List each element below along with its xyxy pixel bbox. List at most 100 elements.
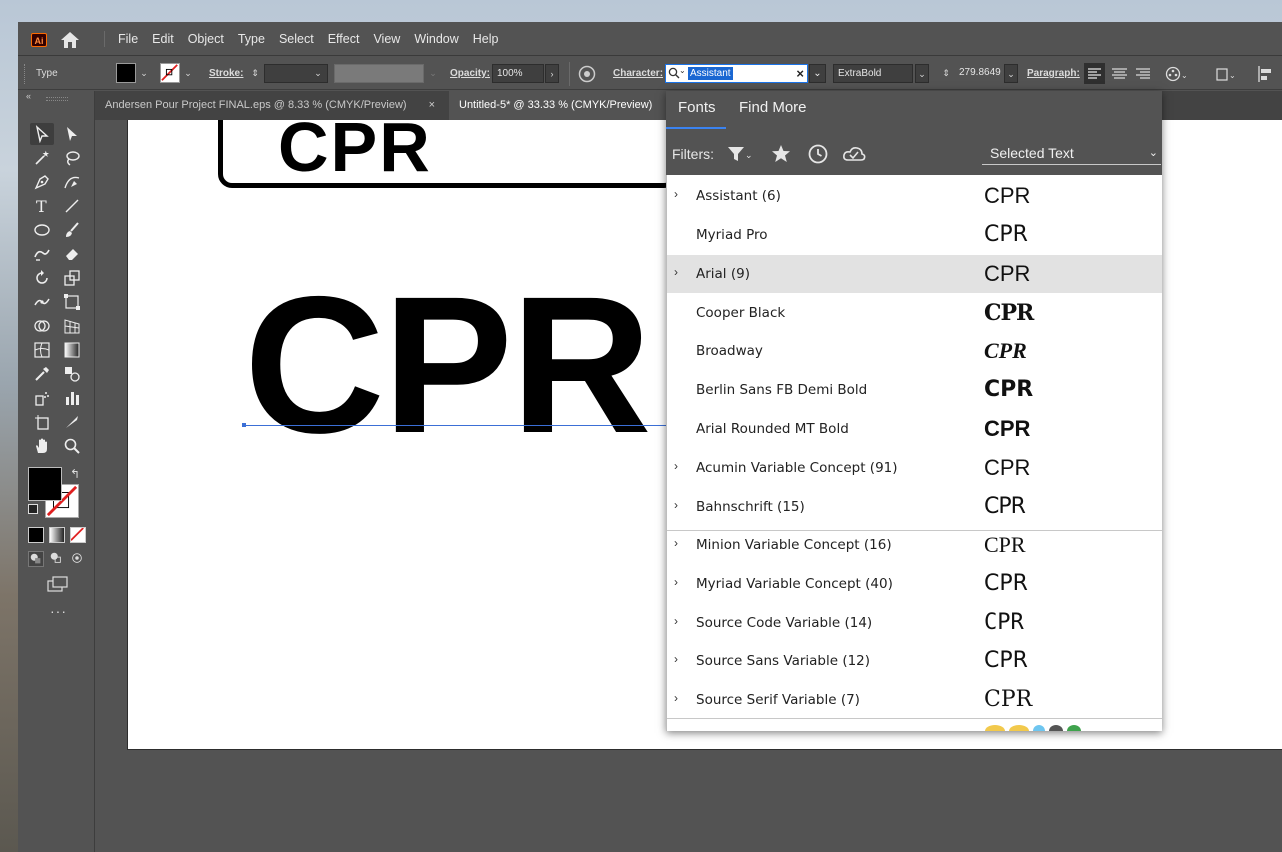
blend-tool-icon[interactable]	[60, 363, 84, 385]
expand-chevron-icon[interactable]: ›	[674, 498, 678, 512]
fill-swatch[interactable]	[116, 63, 136, 83]
menu-effect[interactable]: Effect	[321, 31, 367, 47]
font-family-dropdown-chevron-icon[interactable]: ⌄	[809, 64, 826, 83]
curvature-tool-icon[interactable]	[60, 171, 84, 193]
pen-tool-icon[interactable]	[30, 171, 54, 193]
perspective-grid-tool-icon[interactable]	[60, 315, 84, 337]
selection-tool-icon[interactable]	[30, 123, 54, 145]
draw-inside-icon[interactable]	[70, 551, 86, 567]
shaper-tool-icon[interactable]	[30, 243, 54, 265]
line-segment-tool-icon[interactable]	[60, 195, 84, 217]
menu-object[interactable]: Object	[181, 31, 231, 47]
tab-andersen-pour-project[interactable]: Andersen Pour Project FINAL.eps @ 8.33 %…	[95, 91, 444, 120]
column-graph-tool-icon[interactable]	[60, 387, 84, 409]
expand-chevron-icon[interactable]: ›	[674, 575, 678, 589]
ellipse-tool-icon[interactable]	[30, 219, 54, 241]
font-style-dropdown[interactable]: ExtraBold	[833, 64, 913, 83]
toolbar-grip[interactable]	[46, 97, 68, 101]
opacity-arrow-icon[interactable]: ›	[545, 64, 559, 83]
eraser-tool-icon[interactable]	[60, 243, 84, 265]
font-size-stepper[interactable]: ⇕	[939, 64, 953, 83]
recently-added-clock-icon[interactable]	[807, 143, 833, 165]
align-center-icon[interactable]	[1109, 63, 1130, 84]
align-objects-icon[interactable]	[1256, 64, 1274, 84]
tab-untitled-5[interactable]: Untitled-5* @ 33.33 % (CMYK/Preview)	[449, 91, 667, 120]
font-size-field[interactable]: 279.8649	[955, 64, 1003, 83]
font-row-minion[interactable]: › Minion Variable Concept (16) CPR	[667, 526, 1162, 564]
menu-window[interactable]: Window	[407, 31, 465, 47]
magic-wand-tool-icon[interactable]	[30, 147, 54, 169]
expand-chevron-icon[interactable]: ›	[674, 536, 678, 550]
slice-tool-icon[interactable]	[60, 411, 84, 433]
transform-icon[interactable]: ⌄	[1214, 65, 1238, 83]
menu-select[interactable]: Select	[272, 31, 321, 47]
menu-type[interactable]: Type	[231, 31, 272, 47]
default-fill-stroke-icon[interactable]	[28, 504, 38, 514]
font-row-broadway[interactable]: Broadway CPR	[667, 332, 1162, 370]
selected-text-object[interactable]: CPR	[244, 268, 652, 463]
control-bar-grip[interactable]	[24, 64, 27, 84]
clear-icon[interactable]: ×	[796, 66, 804, 81]
opacity-field[interactable]: 100%	[492, 64, 544, 83]
change-screen-mode-icon[interactable]	[46, 575, 70, 593]
expand-chevron-icon[interactable]: ›	[674, 652, 678, 666]
expand-chevron-icon[interactable]: ›	[674, 265, 678, 279]
expand-chevron-icon[interactable]: ›	[674, 614, 678, 628]
stroke-dropdown-chevron-icon[interactable]: ⌄	[181, 64, 195, 83]
mesh-tool-icon[interactable]	[30, 339, 54, 361]
fill-color-front[interactable]	[28, 467, 62, 501]
font-family-search-field[interactable]: ⌄ Assistant ×	[665, 64, 808, 83]
paintbrush-tool-icon[interactable]	[60, 219, 84, 241]
font-row-source-sans[interactable]: › Source Sans Variable (12) CPR	[667, 642, 1162, 680]
tab-fonts[interactable]: Fonts	[678, 99, 716, 116]
home-icon[interactable]	[60, 31, 80, 49]
font-style-chevron-icon[interactable]: ⌄	[915, 64, 929, 83]
sign-text[interactable]: CPR	[278, 120, 432, 182]
search-chevron-icon[interactable]: ⌄	[679, 66, 686, 75]
text-anchor-point[interactable]	[242, 423, 246, 427]
symbol-sprayer-tool-icon[interactable]	[30, 387, 54, 409]
font-row-arial[interactable]: › Arial (9) CPR	[667, 255, 1162, 293]
font-row-bahnschrift[interactable]: › Bahnschrift (15) CPR	[667, 488, 1162, 526]
expand-chevron-icon[interactable]: ›	[674, 691, 678, 705]
menu-help[interactable]: Help	[466, 31, 506, 47]
close-tab-icon[interactable]: ×	[429, 91, 435, 120]
gradient-mode-icon[interactable]	[49, 527, 65, 543]
font-row-myriad-variable[interactable]: › Myriad Variable Concept (40) CPR	[667, 565, 1162, 603]
expand-chevron-icon[interactable]: ›	[674, 459, 678, 473]
draw-normal-icon[interactable]	[28, 551, 44, 567]
font-row-berlin-sans[interactable]: Berlin Sans FB Demi Bold CPR	[667, 371, 1162, 409]
fill-dropdown-chevron-icon[interactable]: ⌄	[137, 64, 151, 83]
font-search-selected-text[interactable]: Assistant	[688, 67, 733, 80]
favorites-star-icon[interactable]	[770, 143, 796, 165]
artboard-tool-icon[interactable]	[30, 411, 54, 433]
direct-selection-tool-icon[interactable]	[60, 123, 84, 145]
font-row-cooper-black[interactable]: Cooper Black CPR	[667, 294, 1162, 332]
free-transform-tool-icon[interactable]	[60, 291, 84, 313]
type-tool-icon[interactable]: T	[30, 195, 54, 217]
font-row-assistant[interactable]: › Assistant (6) CPR	[667, 177, 1162, 215]
font-row-acumin[interactable]: › Acumin Variable Concept (91) CPR	[667, 449, 1162, 487]
stroke-weight-chevron-icon[interactable]: ⌄	[311, 64, 325, 83]
font-size-chevron-icon[interactable]: ⌄	[1004, 64, 1018, 83]
collapse-toolbar-icon[interactable]: «	[26, 91, 31, 101]
show-fonts-dropdown[interactable]: Selected Text ⌄	[982, 143, 1161, 165]
scale-tool-icon[interactable]	[60, 267, 84, 289]
menu-edit[interactable]: Edit	[145, 31, 181, 47]
draw-behind-icon[interactable]	[49, 551, 65, 567]
filter-classification-icon[interactable]: ⌄	[726, 143, 753, 165]
align-right-icon[interactable]	[1133, 63, 1154, 84]
shape-builder-tool-icon[interactable]	[30, 315, 54, 337]
menu-file[interactable]: File	[111, 31, 145, 47]
recolor-artwork-icon[interactable]	[578, 65, 596, 83]
tab-find-more[interactable]: Find More	[739, 99, 807, 116]
variable-width-profile[interactable]	[334, 64, 424, 83]
zoom-tool-icon[interactable]	[60, 435, 84, 457]
color-mode-icon[interactable]	[28, 527, 44, 543]
font-row-arial-rounded[interactable]: Arial Rounded MT Bold CPR	[667, 410, 1162, 448]
font-row-source-serif[interactable]: › Source Serif Variable (7) CPR	[667, 681, 1162, 719]
stroke-swatch[interactable]	[160, 63, 180, 83]
lasso-tool-icon[interactable]	[60, 147, 84, 169]
gradient-tool-icon[interactable]	[60, 339, 84, 361]
eyedropper-tool-icon[interactable]	[30, 363, 54, 385]
